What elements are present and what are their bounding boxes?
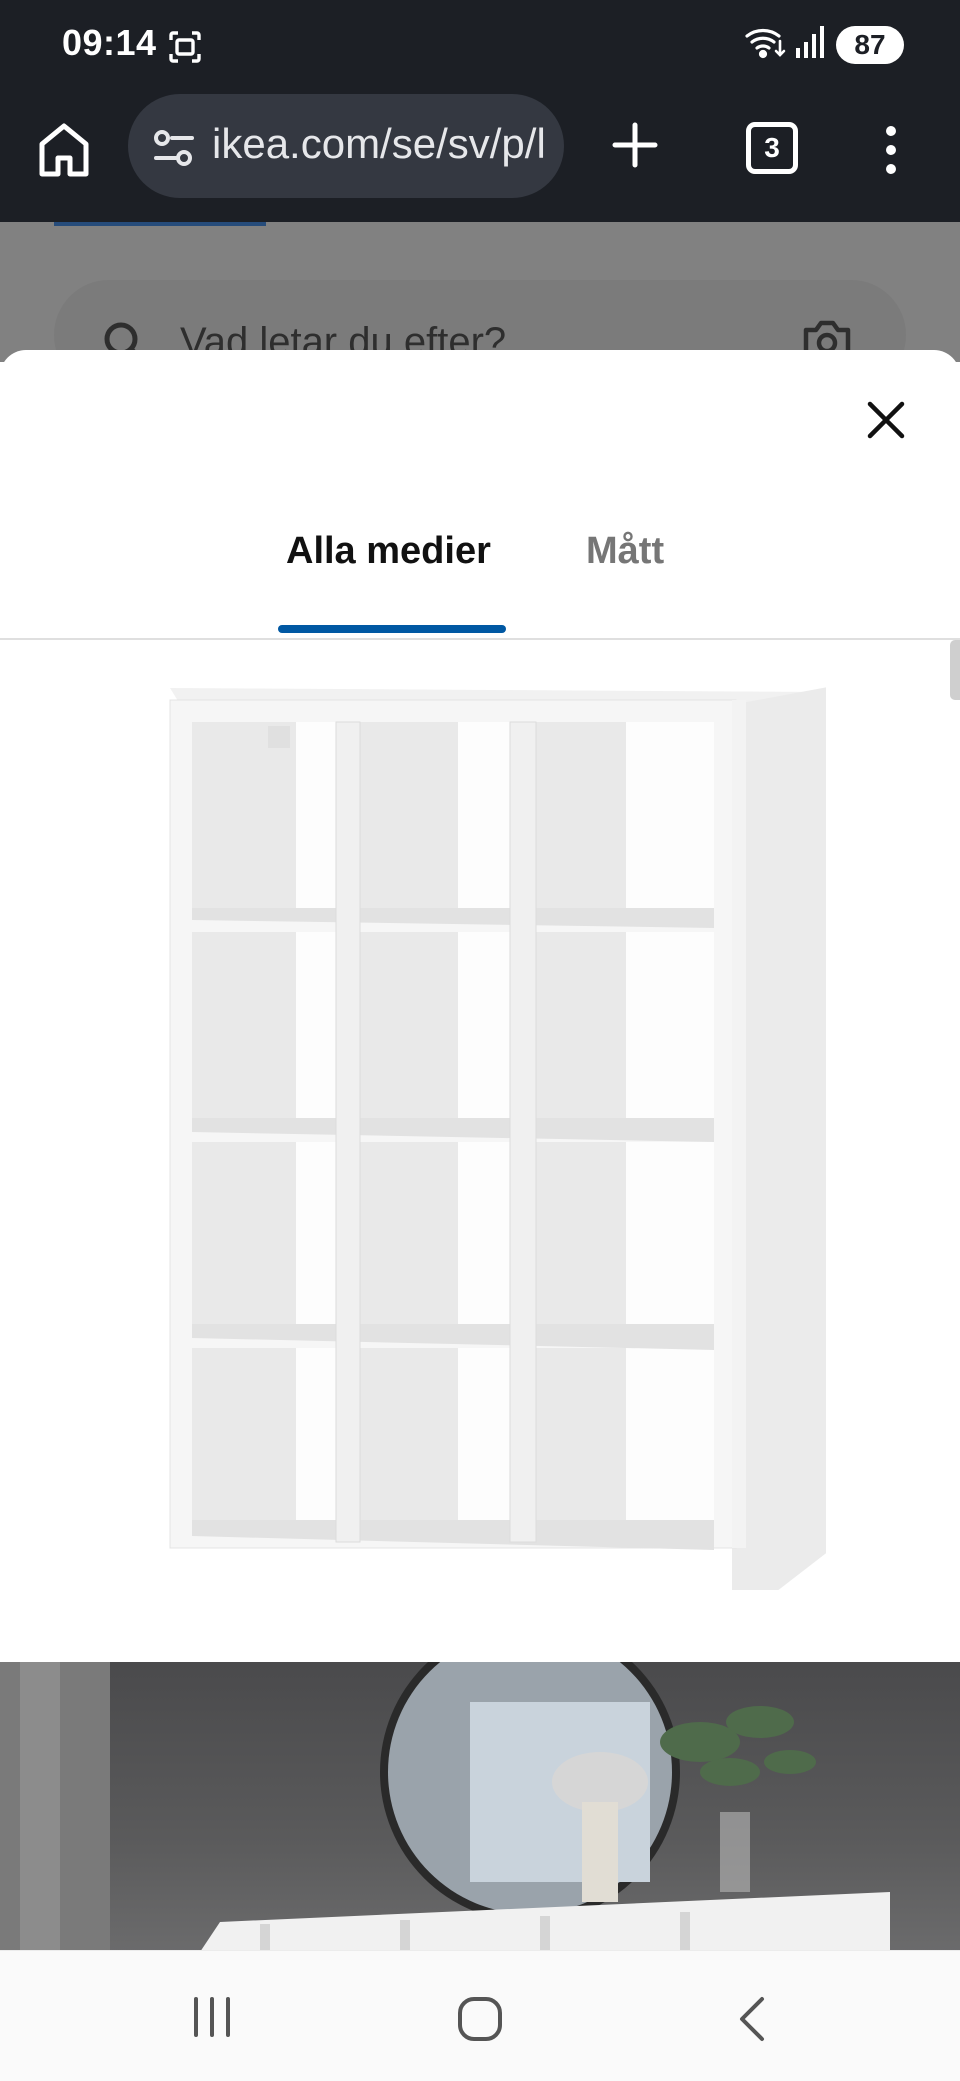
url-text[interactable]: ikea.com/se/sv/p/l — [212, 120, 562, 168]
home-button[interactable] — [456, 1995, 504, 2048]
active-tab-indicator — [278, 625, 506, 633]
media-modal: Alla medier Mått — [0, 350, 960, 1950]
scrollbar[interactable] — [950, 640, 960, 700]
home-icon[interactable] — [38, 122, 90, 178]
recents-button[interactable] — [190, 1995, 234, 2044]
tab-switcher-icon[interactable]: 3 — [746, 122, 798, 174]
browser-toolbar: ikea.com/se/sv/p/l 3 — [0, 92, 960, 222]
wifi-icon — [744, 24, 786, 65]
tabs-divider — [0, 638, 960, 640]
media-tabs: Alla medier Mått — [0, 500, 960, 638]
status-time: 09:14 — [62, 22, 157, 63]
lifestyle-room-image[interactable] — [0, 1662, 960, 1950]
address-bar[interactable]: ikea.com/se/sv/p/l — [128, 94, 564, 198]
signal-icon — [796, 24, 826, 65]
status-bar: 09:14 87 — [0, 0, 960, 92]
more-menu-icon[interactable] — [886, 126, 898, 183]
background-page: Vad letar du efter? — [0, 222, 960, 390]
site-settings-icon[interactable] — [152, 128, 196, 173]
screenshot-icon — [168, 30, 202, 69]
product-shelf-image[interactable] — [150, 670, 850, 1590]
close-icon[interactable] — [864, 398, 908, 442]
new-tab-icon[interactable] — [610, 120, 660, 175]
back-button[interactable] — [734, 1995, 770, 2048]
navigation-bar — [0, 1950, 960, 2081]
tab-dimensions[interactable]: Mått — [586, 530, 664, 573]
background-tab-indicator — [54, 222, 266, 226]
tab-all-media[interactable]: Alla medier — [286, 530, 491, 573]
battery-icon: 87 — [836, 25, 904, 64]
